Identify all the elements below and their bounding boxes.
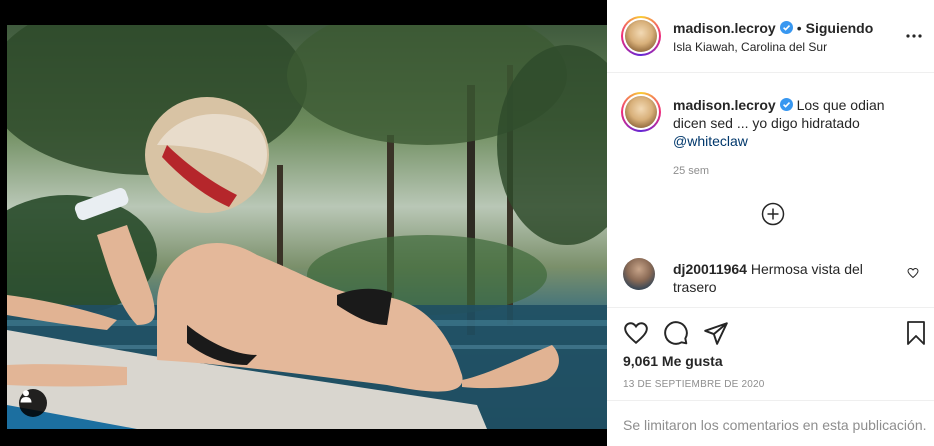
caption-mention-link[interactable]: @whiteclaw <box>673 133 748 149</box>
commenter-username[interactable]: dj20011964 <box>673 261 747 277</box>
likes-count[interactable]: 9,061 Me gusta <box>623 353 723 369</box>
more-options-icon[interactable] <box>904 26 924 46</box>
comments-limited-notice: Se limitaron los comentarios en esta pub… <box>623 417 927 433</box>
caption-time: 25 sem <box>673 165 710 177</box>
instagram-post-view: madison.lecroy • Siguiendo Isla Kiawah, Ca… <box>0 0 934 446</box>
caption-avatar[interactable] <box>621 92 661 132</box>
bookmark-icon[interactable] <box>904 320 930 346</box>
author-avatar[interactable] <box>621 16 661 56</box>
separator-dot: • <box>796 20 802 36</box>
user-tag-icon[interactable] <box>19 389 47 417</box>
comment-like-heart-icon[interactable] <box>907 266 919 279</box>
share-icon[interactable] <box>703 320 729 346</box>
verified-badge-icon <box>779 21 793 34</box>
caption-text: madison.lecroy Los que odian dicen sed .… <box>673 96 917 150</box>
photo-illustration <box>7 25 607 429</box>
follow-status-button[interactable]: Siguiendo <box>806 20 874 36</box>
post-location[interactable]: Isla Kiawah, Carolina del Sur <box>673 40 827 54</box>
author-username[interactable]: madison.lecroy <box>673 20 776 36</box>
actions-divider <box>607 307 934 308</box>
post-header: madison.lecroy • Siguiendo Isla Kiawah, Ca… <box>607 0 934 73</box>
commenter-avatar[interactable] <box>623 258 655 290</box>
post-photo[interactable] <box>7 25 607 429</box>
post-sidebar: madison.lecroy • Siguiendo Isla Kiawah, Ca… <box>607 0 934 446</box>
verified-badge-icon <box>779 97 793 111</box>
author-line: madison.lecroy • Siguiendo <box>673 20 873 38</box>
comment-icon[interactable] <box>663 320 689 346</box>
caption-username[interactable]: madison.lecroy <box>673 97 776 113</box>
heart-icon[interactable] <box>623 320 649 346</box>
load-more-comments-icon[interactable] <box>761 202 785 226</box>
comments-footer: Se limitaron los comentarios en esta pub… <box>607 400 934 446</box>
comment-text: dj20011964 Hermosa vista del trasero <box>673 260 883 296</box>
post-date: 13 DE SEPTIEMBRE DE 2020 <box>623 379 765 390</box>
